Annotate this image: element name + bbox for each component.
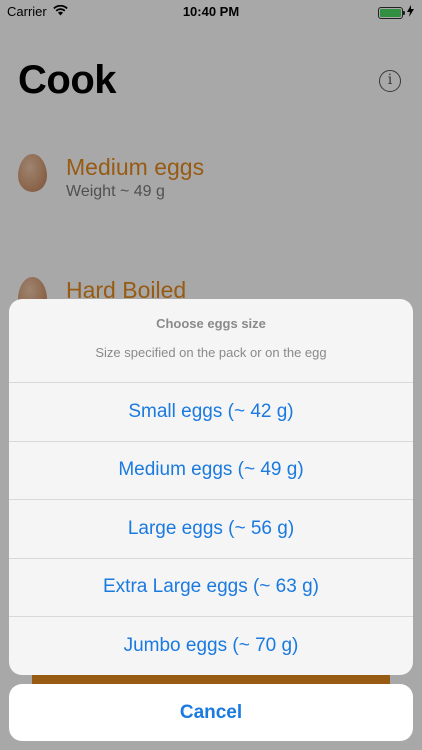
option-medium-eggs[interactable]: Medium eggs (~ 49 g) xyxy=(9,442,413,500)
option-jumbo-eggs[interactable]: Jumbo eggs (~ 70 g) xyxy=(9,617,413,675)
option-small-eggs[interactable]: Small eggs (~ 42 g) xyxy=(9,383,413,442)
action-sheet-message: Size specified on the pack or on the egg xyxy=(95,345,327,360)
cancel-button[interactable]: Cancel xyxy=(9,684,413,741)
option-extra-large-eggs[interactable]: Extra Large eggs (~ 63 g) xyxy=(9,559,413,617)
option-large-eggs[interactable]: Large eggs (~ 56 g) xyxy=(9,500,413,559)
action-sheet-title: Choose eggs size xyxy=(156,316,266,331)
egg-size-action-sheet: Choose eggs size Size specified on the p… xyxy=(9,299,413,675)
action-sheet-header: Choose eggs size Size specified on the p… xyxy=(9,299,413,383)
